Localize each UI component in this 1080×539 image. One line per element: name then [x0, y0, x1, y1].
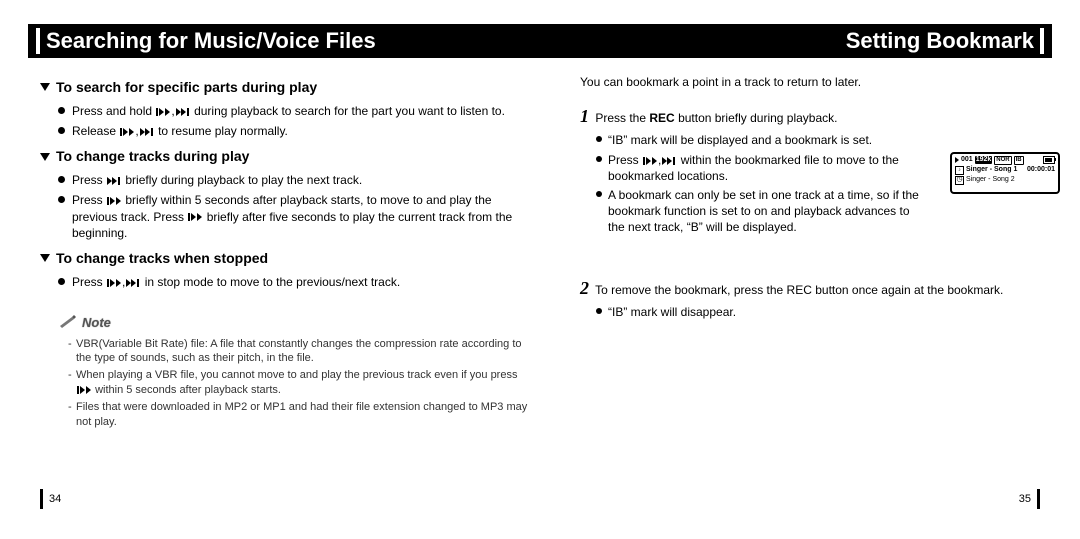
header-right: Setting Bookmark	[846, 28, 1044, 54]
note-item: VBR(Variable Bit Rate) file: A file that…	[68, 337, 530, 367]
section-heading: To change tracks during play	[40, 147, 530, 166]
hand-writing-icon	[58, 314, 76, 333]
step-1: 1 Press the REC button briefly during pl…	[580, 104, 920, 235]
device-bitrate: 192k	[975, 156, 993, 164]
triangle-down-icon	[40, 153, 50, 161]
device-status-row: 001 192k NOR IB	[955, 156, 1055, 165]
next-track-icon	[140, 127, 154, 137]
pagebar-icon	[40, 489, 43, 509]
sub-bullets: “IB” mark will disappear.	[580, 304, 1070, 320]
list-item: Press and hold , during playback to sear…	[58, 103, 530, 119]
section-heading: To change tracks when stopped	[40, 249, 530, 268]
bullet-list: Press and hold , during playback to sear…	[40, 103, 530, 139]
list-item: “IB” mark will be displayed and a bookma…	[596, 132, 920, 148]
intro-text: You can bookmark a point in a track to r…	[580, 74, 1070, 90]
prev-track-icon	[107, 278, 121, 288]
list-item: Press , in stop mode to move to the prev…	[58, 274, 530, 290]
section-title: To change tracks when stopped	[56, 249, 268, 268]
section-title: To change tracks during play	[56, 147, 249, 166]
right-page: You can bookmark a point in a track to r…	[580, 70, 1070, 328]
battery-icon	[1043, 156, 1055, 164]
header-right-title: Setting Bookmark	[846, 28, 1034, 54]
header-left-title: Searching for Music/Voice Files	[46, 28, 376, 54]
note-item: Files that were downloaded in MP2 or MP1…	[68, 400, 530, 430]
music-note-icon: ♪	[955, 166, 964, 175]
device-line1: Singer - Song 1	[966, 166, 1017, 174]
header-sep-icon	[36, 28, 40, 54]
prev-track-icon	[120, 127, 134, 137]
bullet-list: Press briefly during playback to play th…	[40, 172, 530, 241]
next-track-icon	[107, 176, 121, 186]
clock-icon: ◷	[955, 176, 964, 185]
header-left: Searching for Music/Voice Files	[36, 28, 376, 54]
list-item: A bookmark can only be set in one track …	[596, 187, 920, 236]
left-page: To search for specific parts during play…	[40, 70, 530, 432]
device-trackno: 001	[961, 156, 973, 164]
play-icon	[955, 157, 959, 163]
step-number: 1	[580, 106, 589, 126]
list-item: “IB” mark will disappear.	[596, 304, 1070, 320]
page-number-right: 35	[1019, 489, 1040, 509]
page-number-left: 34	[40, 489, 61, 509]
device-time: 00:00:01	[1027, 166, 1055, 174]
device-screen: 001 192k NOR IB ♪ Singer - Song 1 00:00:…	[950, 152, 1060, 194]
device-ind: IB	[1014, 156, 1024, 165]
step-2: 2 To remove the bookmark, press the REC …	[580, 276, 1070, 320]
list-item: Release , to resume play normally.	[58, 123, 530, 139]
triangle-down-icon	[40, 83, 50, 91]
prev-track-icon	[77, 385, 91, 395]
list-item: Press briefly during playback to play th…	[58, 172, 530, 188]
rec-label: REC	[649, 111, 674, 125]
prev-track-icon	[643, 156, 657, 166]
bullet-list: Press , in stop mode to move to the prev…	[40, 274, 530, 290]
prev-track-icon	[156, 107, 170, 117]
next-track-icon	[662, 156, 676, 166]
header-bar: Searching for Music/Voice Files Setting …	[28, 24, 1052, 58]
device-ind: NOR	[994, 156, 1011, 165]
device-line2: Singer - Song 2	[966, 176, 1015, 184]
sub-bullets: “IB” mark will be displayed and a bookma…	[580, 132, 920, 235]
list-item: Press briefly within 5 seconds after pla…	[58, 192, 530, 241]
note-label: Note	[58, 314, 530, 333]
pagebar-icon	[1037, 489, 1040, 509]
list-item: Press , within the bookmarked file to mo…	[596, 152, 920, 184]
prev-track-icon	[188, 212, 202, 222]
note-lines: VBR(Variable Bit Rate) file: A file that…	[58, 337, 530, 430]
section-heading: To search for specific parts during play	[40, 78, 530, 97]
prev-track-icon	[107, 196, 121, 206]
section-title: To search for specific parts during play	[56, 78, 317, 97]
next-track-icon	[176, 107, 190, 117]
note-box: Note VBR(Variable Bit Rate) file: A file…	[40, 306, 530, 430]
note-item: When playing a VBR file, you cannot move…	[68, 368, 530, 398]
device-row: ◷ Singer - Song 2	[955, 176, 1055, 185]
triangle-down-icon	[40, 254, 50, 262]
header-sep-icon	[1040, 28, 1044, 54]
next-track-icon	[126, 278, 140, 288]
device-row: ♪ Singer - Song 1 00:00:01	[955, 166, 1055, 175]
step-number: 2	[580, 278, 589, 298]
